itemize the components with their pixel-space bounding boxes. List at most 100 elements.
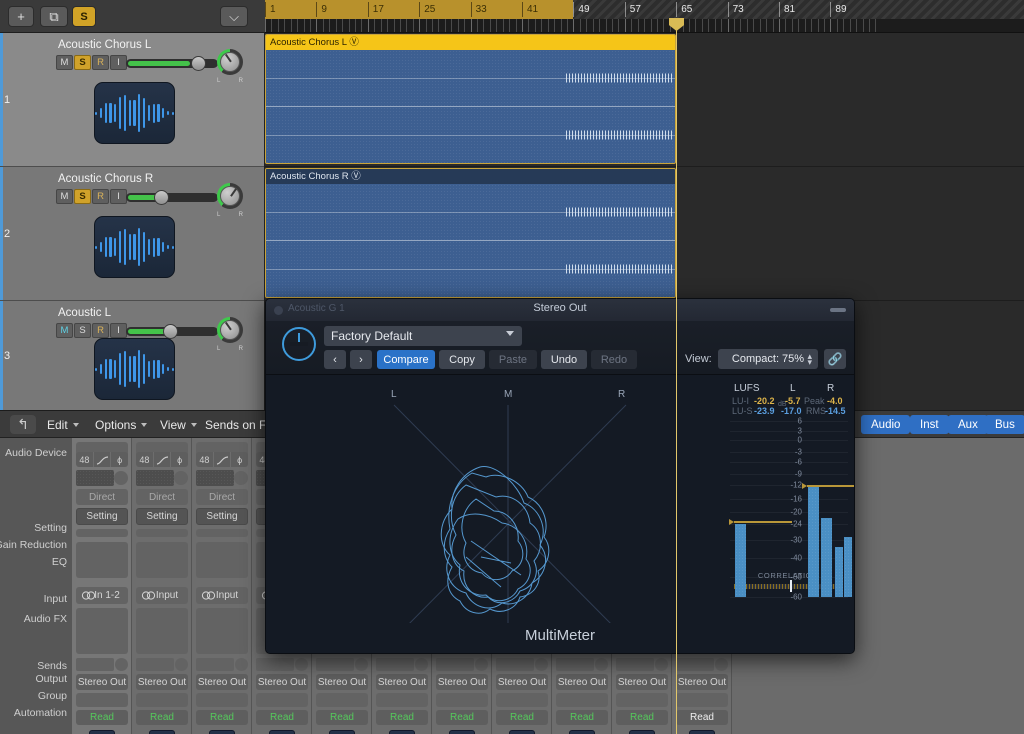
automation-mode-button[interactable]: Read — [76, 710, 128, 725]
eq-thumbnail[interactable] — [136, 470, 174, 486]
audio-region[interactable]: Acoustic Chorus L Ⓥ — [265, 34, 676, 164]
mixer-strip-1[interactable]: 48 ϕ Direct Setting In 1-2 Stereo Out Read — [72, 438, 132, 734]
setting-button[interactable]: Setting — [136, 508, 188, 525]
group-cell[interactable] — [256, 693, 308, 707]
send-slot[interactable] — [556, 658, 594, 671]
send-slot[interactable] — [136, 658, 174, 671]
send-slot[interactable] — [676, 658, 714, 671]
track-pan-knob[interactable]: LR — [217, 183, 243, 218]
output-button[interactable]: Stereo Out — [376, 674, 428, 690]
automation-mode-button[interactable]: Read — [676, 710, 728, 725]
track-header-1[interactable]: 1 Acoustic Chorus L MSRI LR — [0, 33, 264, 167]
automation-mode-button[interactable]: Read — [556, 710, 608, 725]
mixer-menu-view[interactable]: View — [160, 415, 197, 434]
arrange-lane-1[interactable]: Acoustic Chorus L Ⓥ — [265, 33, 1024, 167]
automation-mode-button[interactable]: Read — [616, 710, 668, 725]
view-size-dropdown[interactable]: Compact: 75% ▴ ▾ — [718, 349, 818, 369]
send-slot[interactable] — [436, 658, 474, 671]
next-preset-button[interactable]: › — [350, 350, 372, 369]
channel-icon[interactable] — [149, 730, 175, 734]
track-solo-button[interactable]: S — [74, 55, 91, 70]
send-slot[interactable] — [496, 658, 534, 671]
group-cell[interactable] — [316, 693, 368, 707]
track-pan-knob[interactable]: LR — [217, 49, 243, 84]
audio-fx-slot-area[interactable] — [76, 608, 128, 654]
gain-row[interactable]: 48 ϕ — [136, 452, 188, 467]
eq-thumbnail-row[interactable] — [196, 470, 248, 486]
gain-value[interactable]: 48 — [76, 452, 94, 467]
track-input-button[interactable]: I — [110, 323, 127, 338]
eq-knob[interactable] — [174, 471, 188, 485]
eq-knob[interactable] — [114, 471, 128, 485]
undo-button[interactable]: Undo — [541, 350, 587, 369]
channel-icon[interactable] — [689, 730, 715, 734]
track-volume-slider[interactable] — [126, 193, 218, 202]
channel-icon[interactable] — [569, 730, 595, 734]
eq-thumbnail[interactable] — [76, 470, 114, 486]
channel-icon[interactable] — [389, 730, 415, 734]
output-button[interactable]: Stereo Out — [496, 674, 548, 690]
sends-row[interactable] — [196, 658, 248, 671]
send-slot[interactable] — [196, 658, 234, 671]
send-level-knob[interactable] — [655, 658, 668, 671]
eq-curve-display[interactable] — [196, 542, 248, 578]
output-button[interactable]: Stereo Out — [316, 674, 368, 690]
direct-button[interactable]: Direct — [196, 489, 248, 505]
eq-thumbnail[interactable] — [196, 470, 234, 486]
automation-mode-button[interactable]: Read — [136, 710, 188, 725]
sends-row[interactable] — [256, 658, 308, 671]
group-cell[interactable] — [616, 693, 668, 707]
paste-button[interactable]: Paste — [489, 350, 537, 369]
back-arrow-icon[interactable]: ↰ — [10, 415, 36, 434]
track-header-2[interactable]: 2 Acoustic Chorus R MSRI LR — [0, 167, 264, 301]
sends-row[interactable] — [436, 658, 488, 671]
highpass-curve-icon[interactable] — [154, 452, 172, 467]
track-record-button[interactable]: R — [92, 55, 109, 70]
channel-icon[interactable] — [449, 730, 475, 734]
filter-audio-button[interactable]: Audio — [861, 415, 911, 434]
gain-value[interactable]: 48 — [136, 452, 154, 467]
highpass-curve-icon[interactable] — [94, 452, 112, 467]
input-cell[interactable]: Input — [196, 587, 248, 604]
send-slot[interactable] — [616, 658, 654, 671]
arrange-lane-2[interactable]: Acoustic Chorus R Ⓥ — [265, 167, 1024, 301]
volume-slider-handle[interactable] — [190, 56, 206, 71]
solo-mode-button[interactable]: S — [72, 6, 96, 27]
eq-curve-display[interactable] — [136, 542, 188, 578]
output-button[interactable]: Stereo Out — [136, 674, 188, 690]
ruler-bar-numbers[interactable]: 1 9 17 25 33 41 49 57 65 73 81 89 — [265, 0, 1024, 19]
highpass-curve-icon[interactable] — [214, 452, 232, 467]
link-icon[interactable]: 🔗 — [824, 349, 846, 369]
copy-button[interactable]: Copy — [439, 350, 485, 369]
track-header-3[interactable]: 3 Acoustic L MSRI LR — [0, 301, 264, 410]
mixer-menu-edit[interactable]: Edit — [47, 415, 79, 434]
track-input-button[interactable]: I — [110, 189, 127, 204]
filter-aux-button[interactable]: Aux — [948, 415, 988, 434]
timeline-ruler[interactable]: 1 9 17 25 33 41 49 57 65 73 81 89 — [265, 0, 1024, 33]
add-track-button[interactable]: + — [8, 6, 34, 27]
gain-row[interactable]: 48 ϕ — [196, 452, 248, 467]
volume-slider-handle[interactable] — [153, 190, 169, 205]
sends-row[interactable] — [616, 658, 668, 671]
compare-button[interactable]: Compare — [377, 350, 435, 369]
track-mute-button[interactable]: M — [56, 323, 73, 338]
channel-icon[interactable] — [269, 730, 295, 734]
sends-row[interactable] — [316, 658, 368, 671]
multimeter-plugin-window[interactable]: Acoustic G 1 Stereo Out Factory Default … — [265, 298, 855, 654]
eq-thumbnail-row[interactable] — [136, 470, 188, 486]
sends-row[interactable] — [76, 658, 128, 671]
output-button[interactable]: Stereo Out — [196, 674, 248, 690]
eq-knob[interactable] — [234, 471, 248, 485]
send-slot[interactable] — [376, 658, 414, 671]
sends-row[interactable] — [556, 658, 608, 671]
audio-fx-slot-area[interactable] — [196, 608, 248, 654]
audio-region[interactable]: Acoustic Chorus R Ⓥ — [265, 168, 676, 298]
group-cell[interactable] — [136, 693, 188, 707]
track-solo-button[interactable]: S — [74, 323, 91, 338]
redo-button[interactable]: Redo — [591, 350, 637, 369]
phase-invert-icon[interactable]: ϕ — [231, 452, 248, 467]
channel-icon[interactable] — [209, 730, 235, 734]
track-icon[interactable] — [94, 82, 175, 144]
group-cell[interactable] — [376, 693, 428, 707]
eq-thumbnail-row[interactable] — [76, 470, 128, 486]
